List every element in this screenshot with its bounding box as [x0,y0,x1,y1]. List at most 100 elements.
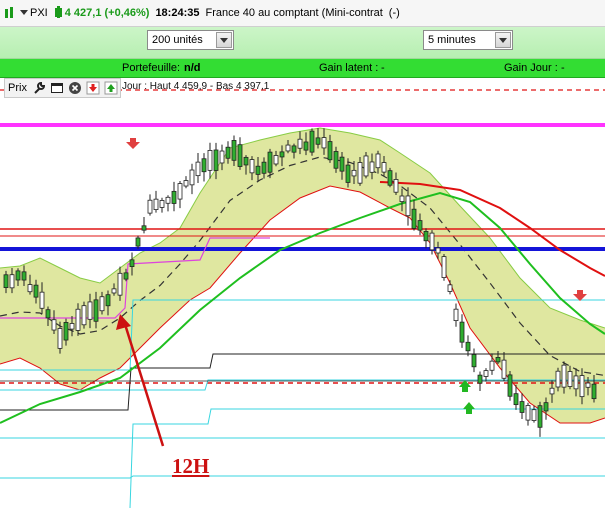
candle-body [327,141,333,161]
candle-body [207,150,213,171]
sell-signal-icon [573,290,587,301]
candle-body [519,401,525,413]
instrument-name: France 40 au comptant (Mini-contrat [205,7,383,19]
gain-latent-label: Gain latent : [319,62,379,74]
portefeuille-value: n/d [184,62,201,74]
interval-select[interactable]: 5 minutes [423,30,513,50]
candle-body [27,284,33,293]
candle-body [423,230,429,242]
candle-body [393,179,399,193]
candle-body [3,274,9,289]
candle-body [573,375,579,390]
close-icon[interactable] [68,81,82,95]
candle-body [81,305,87,326]
candle-body [411,208,417,229]
units-chevron-down-icon[interactable] [216,32,232,48]
candle-body [273,155,279,165]
candle-body [39,291,45,309]
title-bar: PXI 4 427,1 (+0,46%) 18:24:35 France 40 … [0,0,605,27]
candle-body [189,169,195,186]
candle-body [417,220,423,231]
units-select[interactable]: 200 unités [147,30,234,50]
candle-body [225,146,231,159]
chart-canvas [0,89,605,509]
candle-body [309,130,315,153]
candle-body [99,296,105,312]
candle-body [579,375,585,398]
candle-body [339,156,345,172]
candle-body [177,183,183,200]
candle-body [405,195,411,217]
candle-body [135,237,141,247]
units-select-value: 200 unités [152,34,203,46]
candle-body [321,137,327,149]
price-chart[interactable]: Prix Jour : Haut 4 459,9 - Bas 4 397,1 1… [0,78,605,512]
buy-signal-icon [459,380,471,392]
candle-body [51,319,57,331]
candle-body [183,180,189,187]
candle-body [495,356,501,363]
wrench-icon[interactable] [32,81,46,95]
candle-body [219,150,225,164]
candle-body [351,169,357,177]
candle-body [453,308,459,322]
clock-time: 18:24:35 [155,7,200,19]
candle-body [387,170,393,186]
candle-body [369,161,375,173]
candle-body [201,158,207,173]
candle-body [123,272,129,280]
candle-body [171,190,177,204]
candle-body [555,370,561,388]
interval-select-value: 5 minutes [428,34,476,46]
candle-body [441,256,447,279]
candle-body [69,323,75,330]
candle-body [105,294,111,307]
candle-body [153,198,159,210]
candle-body [303,141,309,151]
candle-body [93,299,99,322]
candle-body [9,274,15,289]
gain-jour-label: Gain Jour : [504,62,558,74]
candle-body [21,271,27,281]
candle-body [57,328,63,349]
interval-chevron-down-icon[interactable] [495,32,511,48]
order-controls-row: 200 unités 5 minutes [0,27,605,59]
price-change-icon [54,5,63,21]
candle-body [435,247,441,254]
candle-body [315,137,321,145]
candle-body [501,359,507,379]
candle-body [465,341,471,352]
candle-body [429,232,435,251]
candle-body [45,309,51,319]
candle-body [357,162,363,184]
dropdown-chevron-icon[interactable] [20,7,28,19]
candle-body [147,199,153,214]
candle-body [237,144,243,167]
candle-body [291,145,297,153]
candle-body [285,144,291,152]
candle-body [117,272,123,296]
bollinger-band [0,128,605,423]
gain-jour-value: - [561,62,565,74]
candle-body [165,196,171,204]
candle-body [549,387,555,395]
candle-body [267,151,273,173]
candle-body [543,402,549,412]
candle-body [489,360,495,371]
buy-arrow-icon[interactable] [104,81,118,95]
cyan-level-line-5 [0,475,605,479]
candle-body [537,405,543,428]
candle-body [63,321,69,341]
candle-body [471,354,477,368]
candle-body [375,153,381,169]
candle-body [333,151,339,169]
candle-body [531,409,537,421]
annotation-12h: 12H [172,454,210,478]
sell-arrow-icon[interactable] [86,81,100,95]
window-icon[interactable] [50,81,64,95]
candle-body [141,225,147,231]
candle-body [585,382,591,388]
candle-body [363,155,369,177]
sell-signal-icon [126,138,140,149]
candle-body [483,370,489,377]
